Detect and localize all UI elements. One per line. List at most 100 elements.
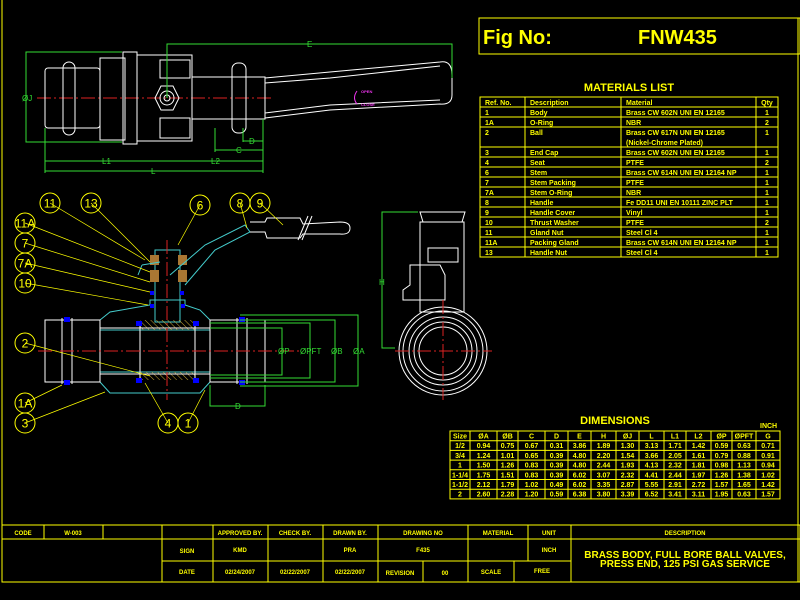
balloon-label: 13 xyxy=(84,197,98,211)
dimensions-cell: 1.42 xyxy=(692,443,706,450)
leader-line xyxy=(24,222,151,273)
dim-D-section: D xyxy=(235,402,241,411)
code-value: W-003 xyxy=(64,531,82,537)
fig-number: FNW435 xyxy=(638,27,717,49)
dimensions-cell: 2.20 xyxy=(597,453,611,460)
cad-drawing: Fig No: FNW435 MATERIALS LIST Ref. No. De… xyxy=(1,0,800,583)
materials-cell: Seat xyxy=(530,160,545,167)
materials-cell: Packing Gland xyxy=(530,240,579,247)
balloon-label: 9 xyxy=(257,197,264,211)
drawn-sign: PRA xyxy=(344,548,357,554)
side-view: H xyxy=(379,211,492,400)
dimensions-cell: 4.80 xyxy=(573,463,587,470)
dimensions-header-cell: E xyxy=(577,434,582,441)
dimensions-cell: 0.49 xyxy=(550,482,564,489)
materials-cell: 1A xyxy=(485,120,494,127)
materials-cell: 1 xyxy=(765,130,769,137)
revision-value: 00 xyxy=(442,571,449,577)
dim-L: L xyxy=(151,167,156,176)
dimensions-cell: 0.63 xyxy=(737,492,751,499)
materials-table: Ref. No. Description Material Qty 1 Body Brass… xyxy=(479,96,779,258)
dimensions-cell: 1.02 xyxy=(761,472,775,479)
materials-cell: Steel Cl 4 xyxy=(626,230,658,237)
materials-cell: 1 xyxy=(765,210,769,217)
materials-cell: 1 xyxy=(765,250,769,257)
dimensions-cell: 3.41 xyxy=(668,492,682,499)
dimensions-cell: 1.50 xyxy=(477,463,491,470)
materials-cell: 11 xyxy=(485,230,493,237)
materials-cell: O-Ring xyxy=(530,120,553,127)
materials-cell: Ball xyxy=(530,130,543,137)
balloon-label: 7A xyxy=(18,257,33,271)
dimensions-header-cell: ØP xyxy=(716,434,726,441)
dimensions-header-cell: G xyxy=(765,434,771,441)
leader-line xyxy=(24,262,151,293)
date-label: DATE xyxy=(179,570,195,576)
dimensions-header-cell: H xyxy=(601,434,606,441)
dim-H: H xyxy=(379,278,385,287)
balloon-label: 3 xyxy=(22,417,29,431)
dimensions-cell: 1 xyxy=(458,463,462,470)
dimensions-cell: 1.57 xyxy=(761,492,775,499)
approved-label: APPROVED BY. xyxy=(218,531,263,537)
dimensions-cell: 3.86 xyxy=(573,443,587,450)
dim-PFT: ØPFT xyxy=(300,347,321,356)
dimensions-cell: 2.87 xyxy=(621,482,635,489)
dimensions-header-cell: ØPFT xyxy=(735,434,754,441)
materials-cell: 1 xyxy=(765,180,769,187)
materials-title: MATERIALS LIST xyxy=(584,82,675,94)
drawn-label: DRAWN BY. xyxy=(333,531,367,537)
dimensions-cell: 3.80 xyxy=(597,492,611,499)
materials-cell: Brass CW 614N UNI EN 12164 NP xyxy=(626,170,737,177)
materials-cell: Stem O-Ring xyxy=(530,190,572,197)
dimensions-cell: 0.31 xyxy=(550,443,564,450)
materials-cell: (Nickel-Chrome Plated) xyxy=(626,140,703,147)
materials-cell: PTFE xyxy=(626,180,644,187)
dimensions-cell: 1.89 xyxy=(597,443,611,450)
dimensions-cell: 1.01 xyxy=(501,453,515,460)
dimensions-cell: 0.94 xyxy=(761,463,775,470)
materials-cell: PTFE xyxy=(626,220,644,227)
dimensions-header-cell: ØJ xyxy=(623,434,632,441)
materials-cell: 2 xyxy=(765,120,769,127)
unit-value: INCH xyxy=(542,548,557,554)
materials-cell: 1 xyxy=(765,110,769,117)
code-label: CODE xyxy=(14,531,31,537)
materials-cell: 7A xyxy=(485,190,494,197)
dimensions-cell: 1.54 xyxy=(621,453,635,460)
drawing-no-label: DRAWING NO xyxy=(403,531,443,537)
dimensions-header-cell: L xyxy=(649,434,654,441)
materials-cell: 1 xyxy=(765,200,769,207)
materials-cell: Vinyl xyxy=(626,210,643,217)
leader-line xyxy=(24,342,151,377)
materials-cell: 2 xyxy=(765,220,769,227)
dimensions-cell: 1/2 xyxy=(455,443,465,450)
dimensions-cell: 0.83 xyxy=(525,463,539,470)
materials-cell: Handle Cover xyxy=(530,210,575,217)
description-label: DESCRIPTION xyxy=(664,531,705,537)
check-date: 02/22/2007 xyxy=(280,570,311,576)
dimensions-cell: 0.59 xyxy=(715,443,729,450)
dimensions-cell: 1.24 xyxy=(477,453,491,460)
dimensions-cell: 2.91 xyxy=(668,482,682,489)
dimensions-cell: 0.39 xyxy=(550,463,564,470)
materials-cell: 7 xyxy=(485,180,489,187)
dimensions-header-cell: ØA xyxy=(478,434,489,441)
dimensions-cell: 4.13 xyxy=(645,463,659,470)
materials-cell: 1 xyxy=(765,170,769,177)
part-balloons: 11 13 6 8 9 11A 7 7A 10 2 1A 3 4 1 xyxy=(14,192,284,434)
dimensions-cell: 1.13 xyxy=(737,463,751,470)
drawn-date: 02/22/2007 xyxy=(335,570,366,576)
dimensions-cell: 1-1/4 xyxy=(452,472,468,479)
dimensions-cell: 3.13 xyxy=(645,443,659,450)
dim-L2: L2 xyxy=(211,157,220,166)
dimensions-cell: 2.28 xyxy=(501,492,515,499)
dim-J: ØJ xyxy=(22,94,32,103)
materials-cell: 4 xyxy=(485,160,489,167)
dimensions-unit: INCH xyxy=(760,423,777,430)
dim-B: ØB xyxy=(331,347,343,356)
materials-cell: Brass CW 617N UNI EN 12165 xyxy=(626,130,725,137)
dimensions-cell: 1.30 xyxy=(621,443,635,450)
title-block: CODE W-003 APPROVED BY. CHECK BY. DRAWN … xyxy=(14,531,786,577)
unit-label: UNIT xyxy=(542,531,556,537)
